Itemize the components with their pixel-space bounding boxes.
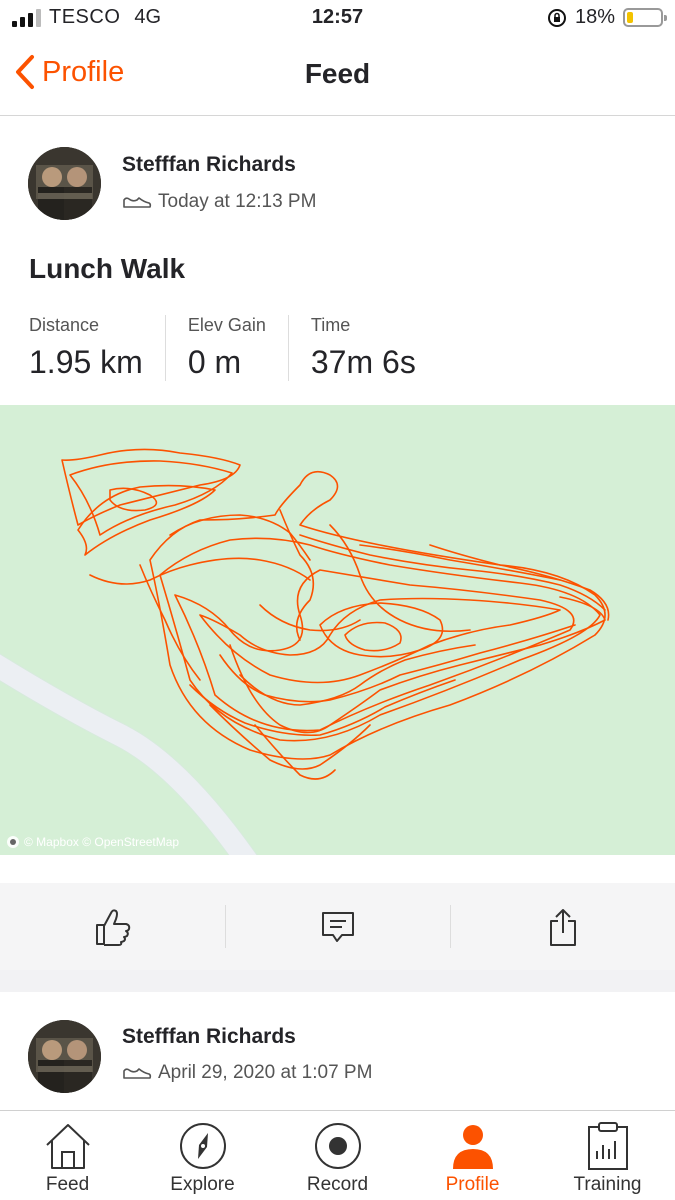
- activity-card[interactable]: Stefffan Richards April 29, 2020 at 1:07…: [0, 992, 675, 1110]
- back-button-label: Profile: [42, 55, 125, 88]
- tab-label: Training: [573, 1174, 642, 1195]
- map-attribution[interactable]: © Mapbox © OpenStreetMap: [6, 835, 179, 849]
- house-icon: [45, 1124, 90, 1169]
- back-button[interactable]: Profile: [14, 54, 124, 90]
- status-bar: TESCO 4G 12:57 18%: [0, 0, 675, 38]
- tab-feed[interactable]: Feed: [0, 1111, 135, 1200]
- compass-icon: [179, 1123, 226, 1169]
- avatar[interactable]: [28, 147, 101, 220]
- tab-label: Explore: [170, 1174, 235, 1195]
- activity-actions: [0, 883, 675, 970]
- tab-bar: Feed Explore Record Profile Training: [0, 1110, 675, 1200]
- thumbs-up-icon: [95, 908, 130, 946]
- share-button[interactable]: [450, 883, 675, 970]
- clipboard-chart-icon: [587, 1122, 628, 1170]
- avatar-photo: [28, 1020, 101, 1093]
- stat-label: Elev Gain: [187, 315, 266, 335]
- activity-date: April 29, 2020 at 1:07 PM: [122, 1062, 372, 1084]
- activity-route: [61, 448, 610, 780]
- tab-training[interactable]: Training: [540, 1111, 675, 1200]
- comment-icon: [321, 911, 354, 942]
- activity-title[interactable]: Lunch Walk: [29, 253, 185, 285]
- stat-distance: Distance 1.95 km: [29, 315, 166, 381]
- chevron-left-icon: [16, 55, 34, 89]
- tab-label: Feed: [45, 1174, 90, 1195]
- kudos-button[interactable]: [0, 883, 225, 970]
- battery-icon: [623, 8, 667, 27]
- activity-date-text: Today at 12:13 PM: [158, 191, 317, 212]
- activity-feed[interactable]: Stefffan Richards Today at 12:13 PM Lunc…: [0, 117, 675, 1110]
- stat-value: 0 m: [187, 344, 242, 380]
- comment-button[interactable]: [225, 883, 450, 970]
- stat-elevation-gain: Elev Gain 0 m: [188, 315, 289, 381]
- activity-date: Today at 12:13 PM: [122, 191, 316, 213]
- navigation-bar: Profile Feed: [0, 38, 675, 116]
- athlete-name[interactable]: Stefffan Richards: [122, 153, 296, 177]
- avatar[interactable]: [28, 1020, 101, 1093]
- orientation-lock-icon: [547, 8, 566, 27]
- shoe-icon: [123, 1068, 152, 1079]
- mapbox-logo-icon: [7, 836, 19, 848]
- shoe-icon: [123, 197, 152, 208]
- map-attribution-text: © Mapbox © OpenStreetMap: [24, 835, 180, 849]
- battery-percent: 18%: [574, 6, 615, 28]
- athlete-name[interactable]: Stefffan Richards: [122, 1025, 296, 1049]
- person-icon: [452, 1125, 493, 1169]
- status-right: 18%: [547, 6, 667, 29]
- tab-profile[interactable]: Profile: [405, 1111, 540, 1200]
- activity-card[interactable]: Stefffan Richards Today at 12:13 PM Lunc…: [0, 117, 675, 970]
- tab-label: Record: [306, 1174, 369, 1195]
- activity-stats: Distance 1.95 km Elev Gain 0 m Time 37m …: [29, 315, 460, 381]
- tab-explore[interactable]: Explore: [135, 1111, 270, 1200]
- activity-date-text: April 29, 2020 at 1:07 PM: [158, 1062, 373, 1083]
- tab-label: Profile: [445, 1174, 500, 1195]
- stat-label: Distance: [29, 315, 100, 335]
- stat-value: 37m 6s: [310, 344, 416, 380]
- stat-time: Time 37m 6s: [311, 315, 438, 381]
- stat-label: Time: [310, 315, 351, 335]
- tab-record[interactable]: Record: [270, 1111, 405, 1200]
- avatar-photo: [28, 147, 101, 220]
- route-map[interactable]: © Mapbox © OpenStreetMap: [0, 405, 675, 855]
- share-icon: [549, 908, 576, 946]
- record-icon: [314, 1123, 361, 1169]
- route-map-canvas: [0, 448, 610, 855]
- stat-value: 1.95 km: [29, 344, 143, 380]
